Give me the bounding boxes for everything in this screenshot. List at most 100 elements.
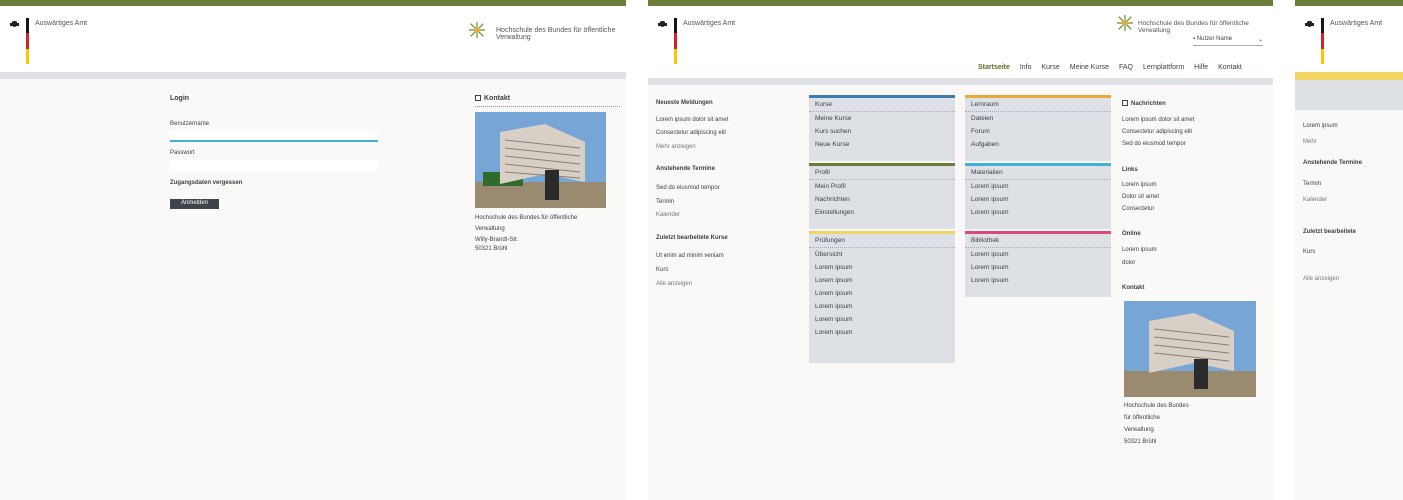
header-divider [0,72,626,79]
dashboard-panel: Auswärtiges Amt Hochschule des Bundes fü… [648,0,1273,500]
partial-line[interactable]: Termin [1303,181,1321,187]
link-item[interactable]: Lorem ipsum [1122,182,1157,188]
tile-link[interactable]: Lorem ipsum [809,287,955,300]
messages-icon [1122,100,1128,106]
news-more-link[interactable]: Mehr anzeigen [656,144,696,150]
contact-line: Verwaltung [1124,427,1154,433]
tile-link[interactable]: Neue Kurse [809,138,955,151]
ministry-name: Auswärtiges Amt [683,20,736,27]
header: Auswärtiges Amt Hochschule des Bundes fü… [0,6,626,72]
tile-link[interactable]: Lorem ipsum [809,300,955,313]
nav-item-faq[interactable]: FAQ [1119,64,1133,71]
flag-icon [674,18,677,64]
tile-link[interactable]: Lorem ipsum [809,261,955,274]
nav-item-info[interactable]: Info [1020,64,1032,71]
notice-bar [1295,72,1403,80]
link-item[interactable]: Dolor sit amet [1122,194,1159,200]
ministry-name: Auswärtiges Amt [35,20,88,27]
tile-link[interactable]: Dateien [965,112,1111,125]
password-input[interactable] [170,160,378,171]
message-item[interactable]: Lorem ipsum dolor sit amet [1122,117,1194,123]
login-title: Login [170,95,190,102]
partial-line[interactable]: Alle anzeigen [1303,276,1339,282]
tile-title: Bibliothek [965,234,1111,248]
password-label: Passwort [170,150,195,156]
tile-link[interactable]: Lorem ipsum [965,274,1111,287]
tile-link[interactable]: Einstellungen [809,206,955,219]
tile-link[interactable]: Lorem ipsum [809,326,955,339]
recent-item[interactable]: Kurs [656,267,668,273]
tile-profile[interactable]: Profil Mein Profil Nachrichten Einstellu… [809,163,955,229]
tile-title: Lernraum [965,98,1111,112]
nav-item-my-courses[interactable]: Meine Kurse [1070,64,1109,71]
partial-line: Zuletzt bearbeitete [1303,229,1357,235]
login-panel: Auswärtiges Amt Hochschule des Bundes fü… [0,0,626,500]
forgot-link[interactable]: Zugangsdaten vergessen [170,180,242,186]
flag-icon [1321,18,1324,64]
login-button[interactable]: Anmelden [170,199,219,209]
nav-item-help[interactable]: Hilfe [1194,64,1208,71]
tile-link[interactable]: Nachrichten [809,193,955,206]
tile-learning-space[interactable]: Lernraum Dateien Forum Aufgaben [965,95,1111,161]
nav-item-start[interactable]: Startseite [978,64,1010,71]
header: Auswärtiges Amt Hochschule des Bundes fü… [648,6,1273,78]
tile-link[interactable]: Lorem ipsum [965,261,1111,274]
recent-item[interactable]: Ut enim ad minim veniam [656,253,724,259]
partial-panel: Auswärtiges Amt Lorem ipsum Mehr Anstehe… [1295,0,1403,500]
tile-link[interactable]: Lorem ipsum [965,206,1111,219]
message-item[interactable]: Sed do eiusmod tempor [1122,141,1186,147]
tile-link[interactable]: Übersicht [809,248,955,261]
eagle-icon [10,21,19,30]
tile-link[interactable]: Forum [965,125,1111,138]
tile-courses[interactable]: Kurse Meine Kurse Kurs suchen Neue Kurse [809,95,955,161]
university-logo-icon[interactable] [1116,14,1134,32]
tile-link[interactable]: Lorem ipsum [965,193,1111,206]
contact-title: Kontakt [475,95,510,102]
tile-link[interactable]: Lorem ipsum [809,274,955,287]
tile-title: Kurse [809,98,955,112]
nav-item-courses[interactable]: Kurse [1042,64,1060,71]
contact-title: Kontakt [1122,285,1145,291]
events-title: Anstehende Termine [656,166,715,172]
tile-library[interactable]: Bibliothek Lorem ipsum Lorem ipsum Lorem… [965,231,1111,297]
tile-link[interactable]: Lorem ipsum [965,248,1111,261]
university-name: Hochschule des Bundes für öffentliche Ve… [496,27,616,41]
tile-link[interactable]: Lorem ipsum [965,180,1111,193]
calendar-link[interactable]: Kalender [656,212,680,218]
tile-link[interactable]: Kurs suchen [809,125,955,138]
tile-link[interactable]: Meine Kurse [809,112,955,125]
partial-line: Lorem ipsum [1303,123,1338,129]
event-item[interactable]: Sed do eiusmod tempor [656,185,720,191]
username-input[interactable] [170,131,378,142]
eagle-icon [658,21,667,30]
news-item[interactable]: Lorem ipsum dolor sit amet [656,117,728,123]
nav-item-contact[interactable]: Kontakt [1218,64,1242,71]
tile-link[interactable]: Lorem ipsum [809,313,955,326]
username-label: Benutzername [170,121,210,127]
link-item[interactable]: Consectetur [1122,206,1154,212]
recent-all-link[interactable]: Alle anzeigen [656,281,692,287]
contact-line: 50321 Brühl [1124,439,1157,445]
tile-title: Materialien [965,166,1111,180]
partial-line[interactable]: Kalender [1303,197,1327,203]
university-logo-icon[interactable] [468,21,486,39]
event-item[interactable]: Termin [656,199,674,205]
tile-materials[interactable]: Materialien Lorem ipsum Lorem ipsum Lore… [965,163,1111,229]
partial-line[interactable]: Mehr [1303,139,1317,145]
tile-link[interactable]: Aufgaben [965,138,1111,151]
contact-line-1: Hochschule des Bundes für öffentliche [475,215,578,221]
user-dropdown[interactable]: ▪ Nutzer Name ⌄ [1193,36,1263,46]
tile-link[interactable]: Mein Profil [809,180,955,193]
tile-exams[interactable]: Prüfungen Übersicht Lorem ipsum Lorem ip… [809,231,955,363]
links-title: Links [1122,167,1138,173]
nav-item-platform[interactable]: Lernplattform [1143,64,1184,71]
campus-photo [475,112,606,208]
messages-title-text: Nachrichten [1131,101,1166,107]
flag-icon [26,18,29,64]
messages-title: Nachrichten [1122,100,1166,107]
contact-icon [475,95,481,101]
news-item[interactable]: Consectetur adipiscing elit [656,130,726,136]
header: Auswärtiges Amt [1295,6,1403,72]
message-item[interactable]: Consectetur adipiscing elit [1122,129,1192,135]
partial-line[interactable]: Kurs [1303,249,1315,255]
